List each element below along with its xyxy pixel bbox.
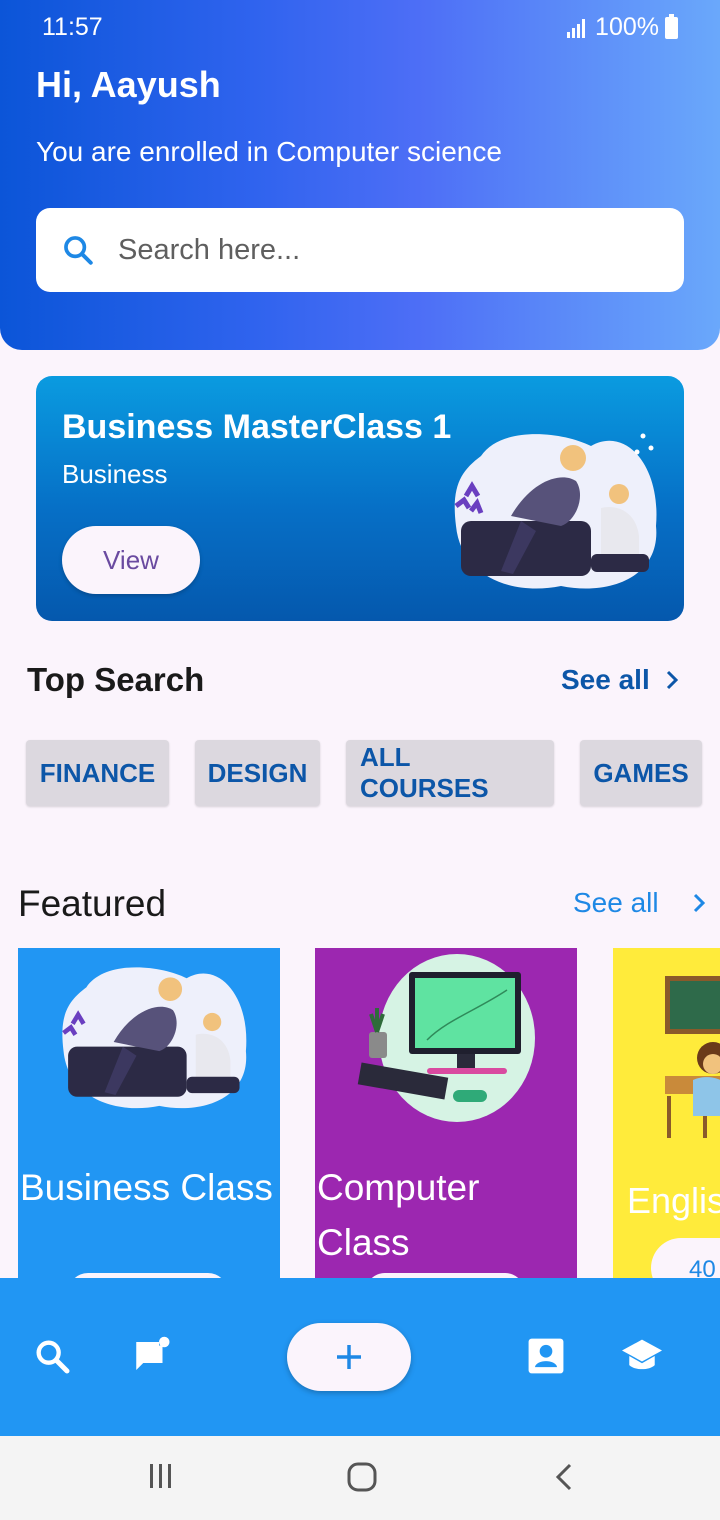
- nav-chat[interactable]: [130, 1334, 174, 1378]
- course-title: English Class: [627, 1180, 720, 1221]
- featured-list: Business Class Computer Class Englis 40: [18, 948, 720, 1278]
- status-time: 11:57: [42, 13, 103, 41]
- promo-title: Business MasterClass 1: [62, 408, 452, 446]
- see-all-label: See all: [561, 664, 650, 695]
- profile-icon: [528, 1338, 564, 1374]
- home-button[interactable]: [346, 1462, 378, 1492]
- featured-title: Featured: [18, 883, 167, 924]
- chat-icon: [136, 1336, 170, 1370]
- system-navigation-bar: [0, 1436, 720, 1520]
- chip-all-courses[interactable]: ALL COURSES: [346, 740, 554, 806]
- back-button[interactable]: [552, 1462, 576, 1492]
- view-button[interactable]: View: [62, 526, 200, 594]
- chip-finance[interactable]: FINANCE: [26, 740, 169, 806]
- course-card-computer[interactable]: Computer Class: [315, 948, 577, 1278]
- recents-icon: [150, 1464, 171, 1488]
- nav-search[interactable]: [30, 1334, 74, 1378]
- chevron-right-icon: [691, 891, 711, 915]
- see-all-label: See all: [573, 887, 659, 918]
- signal-icon: [567, 18, 586, 38]
- add-icon: [337, 1345, 361, 1369]
- school-icon: [622, 1339, 662, 1370]
- featured-see-all[interactable]: See all: [573, 887, 711, 919]
- course-title: Computer Class: [317, 1167, 480, 1263]
- search-icon: [60, 232, 96, 268]
- status-bar: 11:57 100%: [0, 0, 720, 54]
- computer-illustration: [357, 954, 535, 1122]
- top-search-chips: FINANCE DESIGN ALL COURSES GAMES: [26, 740, 702, 806]
- nav-school[interactable]: [620, 1334, 664, 1378]
- chip-design[interactable]: DESIGN: [195, 740, 320, 806]
- add-button[interactable]: [287, 1323, 411, 1391]
- top-search-title: Top Search: [27, 661, 205, 698]
- enrollment-text: You are enrolled in Computer science: [36, 136, 502, 167]
- search-icon: [36, 1340, 70, 1374]
- search-input[interactable]: [118, 233, 618, 267]
- back-icon: [555, 1463, 572, 1491]
- business-illustration: [454, 433, 657, 589]
- top-search-see-all[interactable]: See all: [561, 664, 684, 696]
- battery-percent: 100%: [595, 13, 659, 41]
- course-title: Business Class: [20, 1167, 273, 1208]
- english-illustration: [665, 976, 720, 1138]
- greeting-text: Hi, Aayush: [36, 64, 221, 105]
- bottom-navigation: [0, 1278, 720, 1436]
- status-indicators: 100%: [567, 13, 678, 42]
- course-card-business[interactable]: Business Class: [18, 948, 280, 1278]
- course-card-english[interactable]: English Class 40: [613, 948, 720, 1278]
- recents-button[interactable]: [147, 1462, 175, 1490]
- battery-icon: [665, 13, 678, 39]
- course-badge[interactable]: 40: [651, 1238, 720, 1278]
- promo-card[interactable]: Business MasterClass 1 Business View: [36, 376, 684, 621]
- chevron-right-icon: [664, 668, 684, 692]
- search-bar[interactable]: [36, 208, 684, 292]
- business-illustration: [62, 967, 247, 1109]
- chip-games[interactable]: GAMES: [580, 740, 702, 806]
- nav-profile[interactable]: [524, 1334, 568, 1378]
- promo-category: Business: [62, 459, 168, 489]
- home-icon: [347, 1462, 377, 1492]
